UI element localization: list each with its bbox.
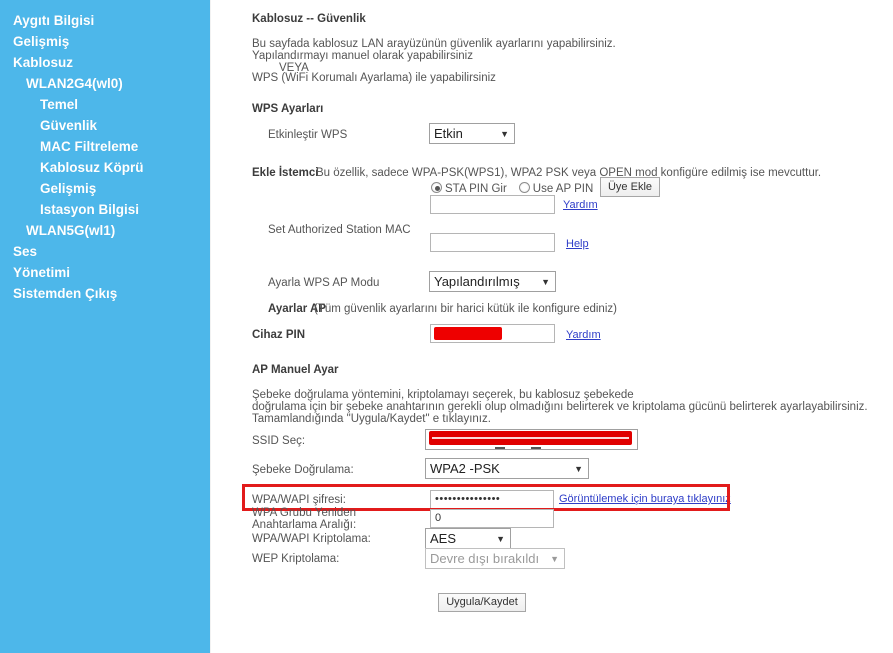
sidebar-item-voice[interactable]: Ses	[0, 241, 210, 262]
chevron-down-icon: ▼	[500, 129, 509, 139]
main-content: Kablosuz -- Güvenlik Bu sayfada kablosuz…	[211, 0, 893, 653]
intro-line-3: WPS (WiFi Korumalı Ayarlama) ile yapabil…	[252, 72, 496, 84]
network-auth-select[interactable]: WPA2 -PSK ▼	[425, 458, 589, 479]
radio-sta-pin-label: STA PIN Gir	[445, 183, 507, 195]
authorized-station-mac-input[interactable]	[430, 233, 555, 252]
wps-ap-mode-value: Yapılandırılmış	[434, 274, 520, 289]
ap-settings-note: (Tüm güvenlik ayarlarını bir harici kütü…	[314, 303, 617, 315]
enable-wps-value: Etkin	[434, 126, 463, 141]
network-auth-label: Şebeke Doğrulama:	[252, 464, 354, 476]
sidebar-item-wlan5g[interactable]: WLAN5G(wl1)	[0, 220, 210, 241]
wps-pin-input[interactable]	[430, 195, 555, 214]
sidebar-item-wireless-bridge[interactable]: Kablosuz Köprü	[0, 157, 210, 178]
page-title: Kablosuz -- Güvenlik	[252, 13, 366, 25]
wps-pin-mode-radio-group: STA PIN Gir Use AP PIN	[431, 182, 605, 195]
sidebar-item-logout[interactable]: Sistemden Çıkış	[0, 283, 210, 304]
wpa-key-reveal-link[interactable]: Görüntülemek için buraya tıklayınız	[559, 493, 731, 505]
device-pin-label: Cihaz PIN	[252, 329, 306, 341]
wps-ap-mode-select[interactable]: Yapılandırılmış ▼	[429, 271, 556, 292]
wpa-crypto-label: WPA/WAPI Kriptolama:	[252, 533, 371, 545]
sidebar-item-basic[interactable]: Temel	[0, 94, 210, 115]
wpa-crypto-value: AES	[430, 531, 457, 546]
chevron-down-icon: ▼	[496, 534, 505, 544]
ssid-select-label: SSID Seç:	[252, 435, 306, 447]
radio-sta-pin[interactable]	[431, 182, 442, 193]
sidebar-item-station-info[interactable]: Istasyon Bilgisi	[0, 199, 210, 220]
sidebar-navigation: Aygıtı Bilgisi Gelişmiş Kablosuz WLAN2G4…	[0, 0, 210, 653]
wpa-crypto-select[interactable]: AES ▼	[425, 528, 511, 549]
chevron-down-icon: ▼	[541, 277, 550, 287]
ssid-redaction	[429, 431, 632, 445]
ap-manual-desc-3: Tamamlandığında "Uygula/Kaydet" e tıklay…	[252, 413, 491, 425]
device-pin-redaction	[434, 327, 502, 340]
ap-manual-section-title: AP Manuel Ayar	[252, 364, 339, 376]
radio-use-ap-pin-label: Use AP PIN	[532, 183, 594, 195]
wep-crypto-select: Devre dışı bırakıldı ▼	[425, 548, 565, 569]
radio-use-ap-pin[interactable]	[518, 182, 530, 193]
sidebar-item-device-info[interactable]: Aygıtı Bilgisi	[0, 10, 210, 31]
sidebar-item-mac-filter[interactable]: MAC Filtreleme	[0, 136, 210, 157]
enable-wps-label: Etkinleştir WPS	[268, 129, 348, 141]
chevron-down-icon: ▼	[574, 464, 583, 474]
ssid-redaction-tick-2	[531, 447, 541, 449]
sidebar-item-advanced-wireless[interactable]: Gelişmiş	[0, 178, 210, 199]
chevron-down-icon: ▼	[550, 554, 559, 564]
wps-ap-mode-label: Ayarla WPS AP Modu	[268, 277, 380, 289]
enable-wps-select[interactable]: Etkin ▼	[429, 123, 515, 144]
add-client-note: Bu özellik, sadece WPA-PSK(WPS1), WPA2 P…	[316, 167, 822, 179]
rekey-interval-input[interactable]: 0	[430, 509, 554, 528]
rekey-interval-label: WPA Grubu Yeniden Anahtarlama Aralığı:	[252, 507, 357, 531]
wep-crypto-label: WEP Kriptolama:	[252, 553, 340, 565]
apply-save-button[interactable]: Uygula/Kaydet	[438, 593, 526, 612]
wpa-key-label: WPA/WAPI şifresi:	[252, 494, 346, 506]
device-pin-help-link[interactable]: Yardım	[566, 329, 601, 341]
wps-pin-help-link[interactable]: Yardım	[563, 199, 598, 211]
sidebar-item-security[interactable]: Güvenlik	[0, 115, 210, 136]
wep-crypto-value: Devre dışı bırakıldı	[430, 551, 540, 566]
authorized-mac-help-link[interactable]: Help	[566, 238, 589, 250]
router-admin-page: Aygıtı Bilgisi Gelişmiş Kablosuz WLAN2G4…	[0, 0, 893, 653]
wpa-key-input[interactable]: •••••••••••••••	[430, 490, 554, 509]
sidebar-item-wlan2g4[interactable]: WLAN2G4(wl0)	[0, 73, 210, 94]
add-member-button[interactable]: Üye Ekle	[600, 177, 660, 197]
network-auth-value: WPA2 -PSK	[430, 461, 500, 476]
authorized-station-mac-label: Set Authorized Station MAC	[268, 224, 411, 236]
wps-section-title: WPS Ayarları	[252, 103, 324, 115]
sidebar-item-management[interactable]: Yönetimi	[0, 262, 210, 283]
sidebar-item-wireless[interactable]: Kablosuz	[0, 52, 210, 73]
add-client-label: Ekle İstemci	[252, 167, 319, 179]
sidebar-item-advanced[interactable]: Gelişmiş	[0, 31, 210, 52]
ssid-redaction-tick-1	[495, 447, 505, 449]
